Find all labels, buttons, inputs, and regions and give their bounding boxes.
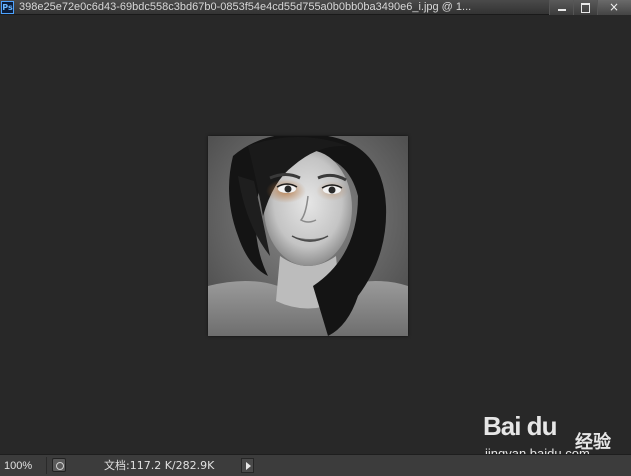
document-size-info: 文档:117.2 K/282.9K (104, 459, 215, 472)
status-menu-arrow-button[interactable] (241, 458, 254, 473)
zoom-level[interactable]: 100% (4, 459, 32, 473)
status-divider (46, 457, 47, 474)
document-canvas[interactable]: Bai du 经验 jingyan.baidu.com (0, 15, 631, 461)
photoshop-window: Ps 398e25e72e0c6d43-69bdc558c3bd67b0-085… (0, 0, 631, 476)
watermark-brand: Bai du (483, 411, 557, 441)
maximize-button[interactable] (573, 0, 597, 15)
close-icon: × (609, 0, 620, 14)
portrait-photo[interactable] (208, 136, 408, 336)
document-profile-icon[interactable] (52, 458, 66, 472)
status-bar: 100% 文档:117.2 K/282.9K (0, 454, 631, 476)
close-button[interactable]: × (597, 0, 631, 15)
window-controls: × (549, 0, 631, 15)
document-title: 398e25e72e0c6d43-69bdc558c3bd67b0-0853f5… (19, 0, 472, 13)
minimize-button[interactable] (549, 0, 573, 15)
title-bar[interactable]: Ps 398e25e72e0c6d43-69bdc558c3bd67b0-085… (0, 0, 631, 15)
maximize-icon (581, 3, 590, 13)
portrait-image (208, 136, 408, 336)
photoshop-app-icon: Ps (1, 0, 14, 14)
minimize-icon (558, 9, 566, 11)
